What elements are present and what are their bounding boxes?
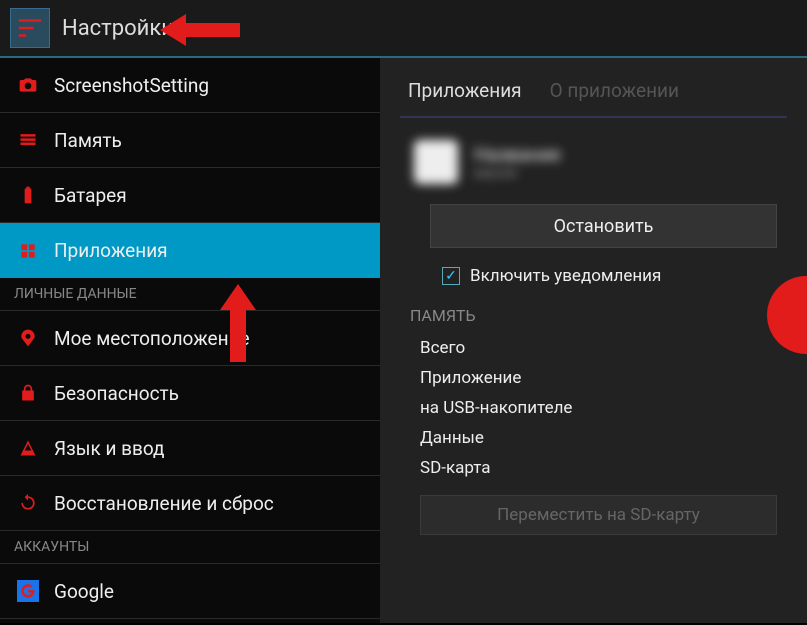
sidebar-item-label: ScreenshotSetting <box>54 74 209 97</box>
sidebar-item-label: Язык и ввод <box>54 437 165 460</box>
sidebar-item-battery[interactable]: Батарея <box>0 168 380 223</box>
stop-button[interactable]: Остановить <box>430 204 777 248</box>
sidebar-item-location[interactable]: Мое местоположение <box>0 311 380 366</box>
apps-icon <box>14 241 42 261</box>
camera-icon <box>14 75 42 95</box>
content-pane: Приложения О приложении Название версия … <box>380 58 807 623</box>
sidebar-item-google[interactable]: Google <box>0 564 380 619</box>
memory-row-app: Приложение <box>380 363 807 393</box>
sidebar-item-screenshot[interactable]: ScreenshotSetting <box>0 58 380 113</box>
checkbox-label: Включить уведомления <box>470 266 661 286</box>
app-row[interactable]: Название версия <box>380 128 807 196</box>
app-header: Настройки <box>0 0 807 58</box>
storage-icon <box>14 130 42 150</box>
sidebar-item-storage[interactable]: Память <box>0 113 380 168</box>
google-icon <box>14 580 42 602</box>
app-title: Настройки <box>62 16 174 41</box>
app-icon <box>414 140 458 184</box>
sidebar-item-label: Мое местоположение <box>54 327 250 350</box>
app-sub: версия <box>474 166 561 181</box>
location-icon <box>14 328 42 348</box>
move-to-sd-button[interactable]: Переместить на SD-карту <box>420 495 777 535</box>
memory-header: ПАМЯТЬ <box>380 298 807 333</box>
memory-row-sd: SD-карта <box>380 453 807 483</box>
sidebar-item-security[interactable]: Безопасность <box>0 366 380 421</box>
sidebar-item-label: Google <box>54 580 114 603</box>
memory-row-total: Всего <box>380 333 807 363</box>
sidebar-item-label: Приложения <box>54 239 168 262</box>
sidebar: ScreenshotSetting Память Батарея Приложе… <box>0 58 380 623</box>
sidebar-item-language[interactable]: Язык и ввод <box>0 421 380 476</box>
sidebar-item-label: Память <box>54 129 122 152</box>
sidebar-item-label: Восстановление и сброс <box>54 492 274 515</box>
divider <box>400 116 787 118</box>
sidebar-item-label: Батарея <box>54 184 127 207</box>
sidebar-item-apps[interactable]: Приложения <box>0 223 380 278</box>
lock-icon <box>14 383 42 403</box>
memory-row-usb: на USB-накопителе <box>380 393 807 423</box>
app-name: Название <box>474 143 561 166</box>
sidebar-item-backup[interactable]: Восстановление и сброс <box>0 476 380 531</box>
notifications-checkbox-row[interactable]: ✓ Включить уведомления <box>380 256 807 298</box>
tabs: Приложения О приложении <box>380 58 807 116</box>
sidebar-section-personal: ЛИЧНЫЕ ДАННЫЕ <box>0 278 380 311</box>
tab-apps[interactable]: Приложения <box>400 61 530 114</box>
battery-icon <box>14 185 42 205</box>
sidebar-section-accounts: АККАУНТЫ <box>0 531 380 564</box>
checkbox-icon[interactable]: ✓ <box>442 267 460 285</box>
tab-about-app[interactable]: О приложении <box>542 61 687 114</box>
sidebar-item-label: Безопасность <box>54 382 179 405</box>
backup-icon <box>14 493 42 513</box>
language-icon <box>14 438 42 458</box>
settings-icon <box>10 8 50 48</box>
memory-row-data: Данные <box>380 423 807 453</box>
main: ScreenshotSetting Память Батарея Приложе… <box>0 58 807 623</box>
